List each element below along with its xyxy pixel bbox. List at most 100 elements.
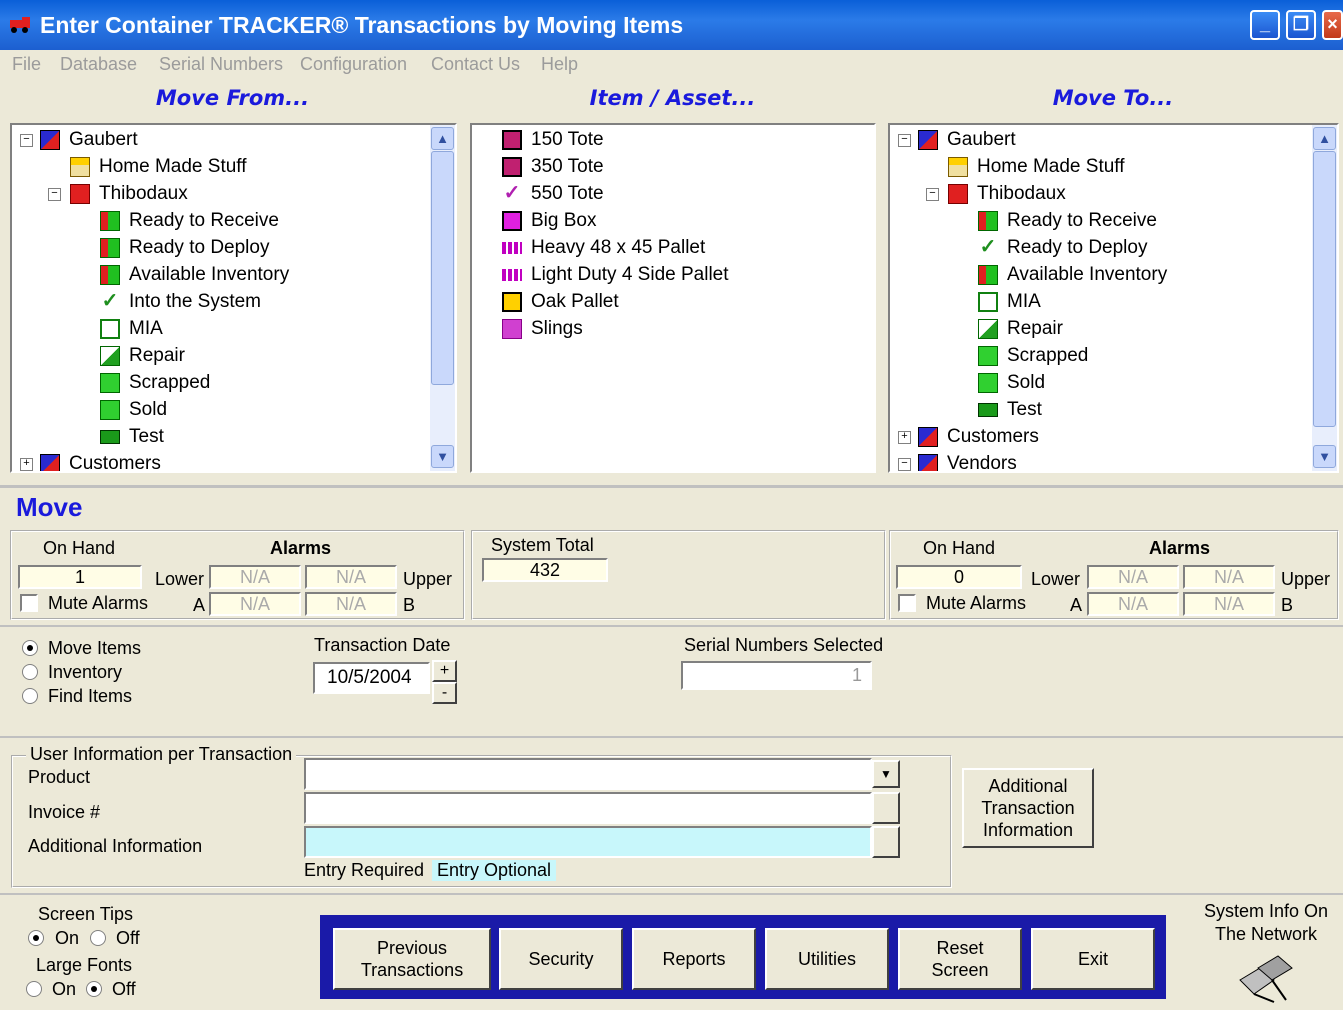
tree-node[interactable]: Heavy 48 x 45 Pallet bbox=[502, 235, 705, 261]
menu-help[interactable]: Help bbox=[541, 54, 578, 75]
tree-node[interactable]: Test bbox=[100, 424, 164, 450]
move-items-radio[interactable] bbox=[22, 640, 38, 656]
upper-b-field[interactable]: N/A bbox=[1183, 592, 1275, 616]
tree-node[interactable]: Thibodaux bbox=[948, 181, 1066, 207]
scroll-down-icon[interactable]: ▼ bbox=[1313, 445, 1336, 468]
tree-node[interactable]: Oak Pallet bbox=[502, 289, 619, 315]
alarms-label: Alarms bbox=[1149, 538, 1211, 558]
tree-node[interactable]: Vendors bbox=[918, 451, 1017, 471]
utilities-button[interactable]: Utilities bbox=[765, 928, 889, 990]
tree-node[interactable]: ✓ Into the System bbox=[100, 289, 261, 315]
mute-alarms-checkbox[interactable] bbox=[898, 594, 916, 612]
network-icon[interactable] bbox=[1234, 950, 1298, 1006]
collapse-icon[interactable]: − bbox=[926, 188, 939, 201]
security-button[interactable]: Security bbox=[499, 928, 623, 990]
tree-node[interactable]: Slings bbox=[502, 316, 583, 342]
transaction-date-field[interactable]: 10/5/2004 bbox=[313, 662, 430, 694]
item-asset-tree[interactable]: 150 Tote 350 Tote ✓ 550 Tote Big Box Heav… bbox=[470, 123, 876, 473]
tree-node[interactable]: Repair bbox=[978, 316, 1063, 342]
tree-node[interactable]: Available Inventory bbox=[100, 262, 289, 288]
pallet-icon bbox=[502, 269, 522, 281]
screen-tips-off-radio[interactable] bbox=[90, 930, 106, 946]
tree-node[interactable]: 350 Tote bbox=[502, 154, 604, 180]
date-spin-down-button[interactable]: - bbox=[432, 682, 457, 704]
tree-node[interactable]: Sold bbox=[100, 397, 167, 423]
find-items-radio[interactable] bbox=[22, 688, 38, 704]
menu-file[interactable]: File bbox=[12, 54, 41, 75]
tree-node[interactable]: 150 Tote bbox=[502, 127, 604, 153]
tree-node[interactable]: MIA bbox=[100, 316, 163, 342]
tree-node[interactable]: Repair bbox=[100, 343, 185, 369]
vertical-scrollbar[interactable]: ▲ ▼ bbox=[430, 125, 455, 471]
scroll-up-icon[interactable]: ▲ bbox=[431, 127, 454, 150]
screen-tips-on-radio[interactable] bbox=[28, 930, 44, 946]
large-fonts-off-radio[interactable] bbox=[86, 981, 102, 997]
close-button[interactable]: × bbox=[1322, 10, 1343, 40]
upper-a-field[interactable]: N/A bbox=[1183, 565, 1275, 589]
expand-icon[interactable]: + bbox=[20, 458, 33, 471]
tree-node[interactable]: Gaubert bbox=[40, 127, 138, 153]
large-fonts-on-radio[interactable] bbox=[26, 981, 42, 997]
invoice-field[interactable] bbox=[304, 792, 872, 824]
tree-node[interactable]: Gaubert bbox=[918, 127, 1016, 153]
tree-node[interactable]: Scrapped bbox=[978, 343, 1088, 369]
menu-configuration[interactable]: Configuration bbox=[300, 54, 407, 75]
additional-info-field[interactable] bbox=[304, 826, 872, 858]
invoice-side-button[interactable] bbox=[872, 792, 900, 824]
scroll-thumb[interactable] bbox=[1313, 151, 1336, 427]
exit-button[interactable]: Exit bbox=[1031, 928, 1155, 990]
tree-node[interactable]: Home Made Stuff bbox=[70, 154, 247, 180]
chevron-down-icon[interactable]: ▼ bbox=[872, 760, 900, 788]
move-from-tree[interactable]: − Gaubert Home Made Stuff − Thibodaux Re… bbox=[10, 123, 457, 473]
vertical-scrollbar[interactable]: ▲ ▼ bbox=[1312, 125, 1337, 471]
expand-icon[interactable]: + bbox=[898, 431, 911, 444]
tree-node[interactable]: Home Made Stuff bbox=[948, 154, 1125, 180]
lower-b-field[interactable]: N/A bbox=[1087, 592, 1179, 616]
date-spin-up-button[interactable]: + bbox=[432, 660, 457, 682]
additional-transaction-button[interactable]: Additional Transaction Information bbox=[962, 768, 1094, 848]
upper-a-field[interactable]: N/A bbox=[305, 565, 397, 589]
restore-button[interactable]: ❐ bbox=[1286, 10, 1316, 40]
menu-contact-us[interactable]: Contact Us bbox=[431, 54, 520, 75]
tree-node[interactable]: Thibodaux bbox=[70, 181, 188, 207]
menu-database[interactable]: Database bbox=[60, 54, 137, 75]
mute-alarms-checkbox[interactable] bbox=[20, 594, 38, 612]
test-icon bbox=[100, 430, 120, 444]
mute-alarms-label: Mute Alarms bbox=[926, 593, 1027, 613]
upper-b-field[interactable]: N/A bbox=[305, 592, 397, 616]
tree-node[interactable]: Available Inventory bbox=[978, 262, 1167, 288]
tree-node[interactable]: Customers bbox=[40, 451, 161, 471]
previous-transactions-button[interactable]: Previous Transactions bbox=[333, 928, 491, 990]
inventory-radio[interactable] bbox=[22, 664, 38, 680]
scroll-thumb[interactable] bbox=[431, 151, 454, 385]
lower-a-field[interactable]: N/A bbox=[1087, 565, 1179, 589]
tree-node[interactable]: Sold bbox=[978, 370, 1045, 396]
tree-node[interactable]: ✓ 550 Tote bbox=[502, 181, 604, 207]
tree-node[interactable]: Customers bbox=[918, 424, 1039, 450]
scroll-up-icon[interactable]: ▲ bbox=[1313, 127, 1336, 150]
tree-node[interactable]: ✓ Ready to Deploy bbox=[978, 235, 1148, 261]
tree-node[interactable]: Big Box bbox=[502, 208, 596, 234]
additional-side-button[interactable] bbox=[872, 826, 900, 858]
reports-button[interactable]: Reports bbox=[632, 928, 756, 990]
menu-serial-numbers[interactable]: Serial Numbers bbox=[159, 54, 283, 75]
minimize-button[interactable]: _ bbox=[1250, 10, 1280, 40]
collapse-icon[interactable]: − bbox=[898, 458, 911, 471]
tree-node[interactable]: Scrapped bbox=[100, 370, 210, 396]
scroll-down-icon[interactable]: ▼ bbox=[431, 445, 454, 468]
reset-screen-button[interactable]: Reset Screen bbox=[898, 928, 1022, 990]
tree-node[interactable]: Ready to Receive bbox=[978, 208, 1157, 234]
move-to-tree[interactable]: − Gaubert Home Made Stuff − Thibodaux Re… bbox=[888, 123, 1339, 473]
product-select[interactable] bbox=[304, 758, 872, 790]
tree-node[interactable]: Light Duty 4 Side Pallet bbox=[502, 262, 729, 288]
collapse-icon[interactable]: − bbox=[48, 188, 61, 201]
lower-b-field[interactable]: N/A bbox=[209, 592, 301, 616]
collapse-icon[interactable]: − bbox=[20, 134, 33, 147]
tree-node[interactable]: Ready to Receive bbox=[100, 208, 279, 234]
tree-node[interactable]: Ready to Deploy bbox=[100, 235, 269, 261]
tree-node[interactable]: Test bbox=[978, 397, 1042, 423]
collapse-icon[interactable]: − bbox=[898, 134, 911, 147]
screen-tips-off-label: Off bbox=[116, 928, 140, 948]
tree-node[interactable]: MIA bbox=[978, 289, 1041, 315]
lower-a-field[interactable]: N/A bbox=[209, 565, 301, 589]
